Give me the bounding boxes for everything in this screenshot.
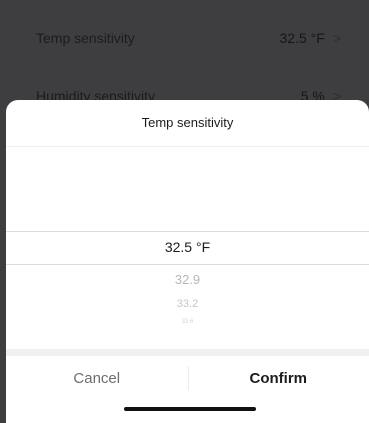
picker-option[interactable]: 33.6 — [6, 318, 369, 326]
home-indicator — [124, 407, 256, 411]
sheet-title: Temp sensitivity — [6, 100, 369, 147]
value-picker-wheel[interactable]: 32.5 °F 32.9 33.2 33.6 — [6, 146, 369, 350]
setting-row-label: Temp sensitivity — [36, 30, 135, 46]
chevron-right-icon: > — [332, 30, 341, 46]
setting-row-temp-sensitivity[interactable]: Temp sensitivity 32.5 °F > — [0, 8, 369, 68]
confirm-button[interactable]: Confirm — [188, 356, 369, 400]
cancel-button[interactable]: Cancel — [6, 356, 188, 400]
picker-selected-value[interactable]: 32.5 °F — [6, 231, 369, 263]
setting-row-value: 32.5 °F — [279, 30, 325, 46]
button-separator — [188, 366, 189, 390]
action-divider — [6, 349, 369, 356]
picker-option[interactable]: 32.9 — [6, 271, 369, 289]
setting-row-value-group: 32.5 °F > — [280, 30, 341, 46]
picker-bottom-sheet: Temp sensitivity 32.5 °F 32.9 33.2 33.6 … — [6, 100, 369, 423]
picker-option[interactable]: 33.2 — [6, 297, 369, 311]
sheet-actions: Cancel Confirm — [6, 356, 369, 400]
